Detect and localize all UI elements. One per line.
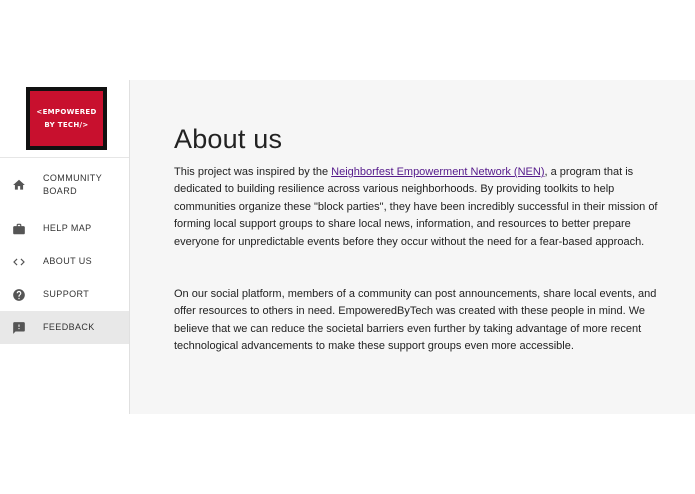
paragraph-text: This project was inspired by the bbox=[174, 166, 332, 178]
about-paragraph-2: On our social platform, members of a com… bbox=[174, 288, 657, 353]
help-icon bbox=[12, 288, 26, 302]
sidebar-item-label: FEEDBACK bbox=[43, 322, 95, 332]
main-content: About us This project was inspired by th… bbox=[130, 80, 695, 414]
briefcase-icon bbox=[12, 222, 26, 236]
paragraph-text: , a program that is dedicated to buildin… bbox=[174, 166, 658, 248]
sidebar-item-label: SUPPORT bbox=[43, 289, 90, 299]
sidebar-item-feedback[interactable]: FEEDBACK bbox=[0, 311, 129, 344]
feedback-icon bbox=[12, 321, 26, 335]
sidebar-item-label: HELP MAP bbox=[43, 223, 92, 233]
sidebar-item-support[interactable]: SUPPORT bbox=[0, 278, 129, 311]
code-icon bbox=[12, 255, 26, 269]
sidebar-item-help-map[interactable]: HELP MAP bbox=[0, 212, 129, 245]
sidebar-item-label: COMMUNITY BOARD bbox=[43, 173, 102, 196]
about-paragraph-1: This project was inspired by the Neighbo… bbox=[174, 164, 664, 251]
sidebar-nav: COMMUNITY BOARD HELP MAP ABOUT US SUPPOR… bbox=[0, 158, 129, 344]
logo-inner: <EMPOWERED BY TECH/> bbox=[30, 91, 103, 146]
logo-area: <EMPOWERED BY TECH/> bbox=[0, 80, 129, 158]
home-icon bbox=[12, 178, 26, 192]
app-container: <EMPOWERED BY TECH/> COMMUNITY BOARD HEL… bbox=[0, 80, 695, 414]
logo-text-line1: <EMPOWERED bbox=[36, 107, 97, 116]
nen-link[interactable]: Neighborfest Empowerment Network (NEN) bbox=[331, 166, 544, 178]
page-title: About us bbox=[174, 124, 283, 154]
logo-text-line2: BY TECH/> bbox=[44, 120, 89, 129]
sidebar-item-community-board[interactable]: COMMUNITY BOARD bbox=[0, 158, 129, 212]
sidebar-item-label: ABOUT US bbox=[43, 256, 93, 266]
empowered-by-tech-logo[interactable]: <EMPOWERED BY TECH/> bbox=[26, 87, 107, 150]
sidebar-item-about-us[interactable]: ABOUT US bbox=[0, 245, 129, 278]
sidebar: <EMPOWERED BY TECH/> COMMUNITY BOARD HEL… bbox=[0, 80, 130, 414]
